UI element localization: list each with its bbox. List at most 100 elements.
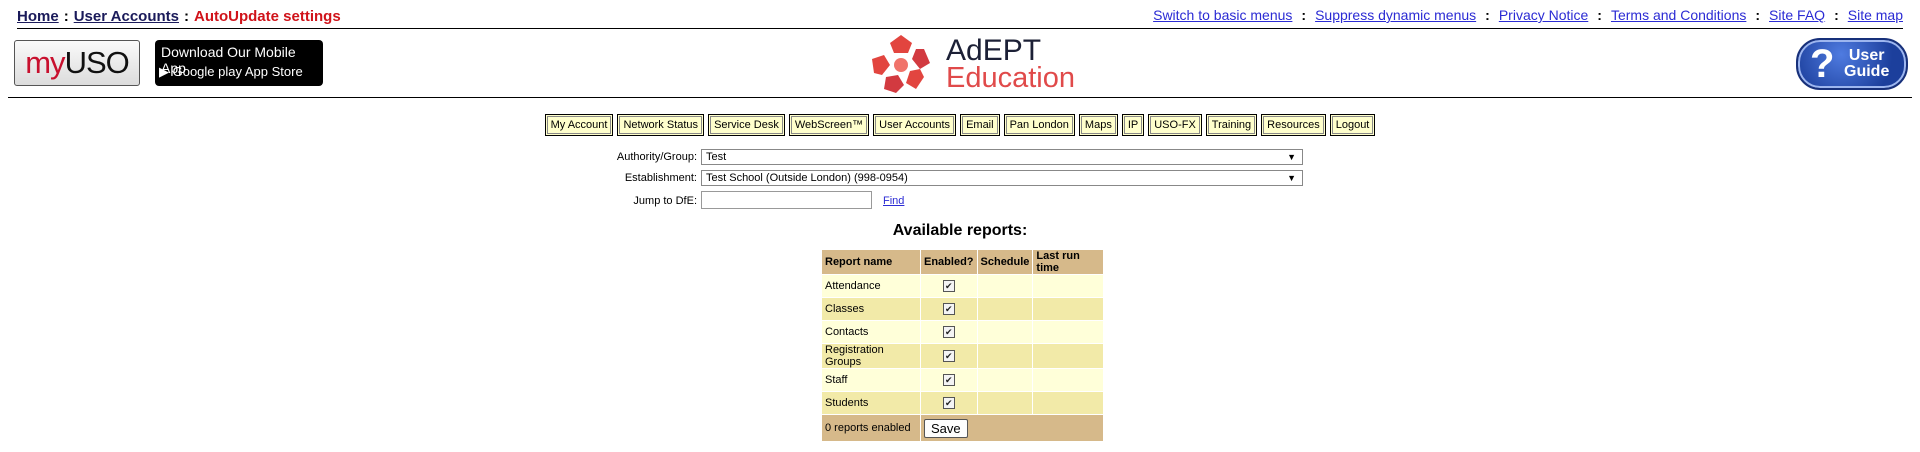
top-bar: Home: User Accounts: AutoUpdate settings S… xyxy=(17,6,1903,29)
schedule-cell xyxy=(976,274,1034,298)
myuso-logo-uso: USO xyxy=(64,45,130,80)
table-row: Classes ✔ xyxy=(821,297,1105,321)
schedule-cell xyxy=(976,391,1034,415)
top-link-separator: : xyxy=(1301,7,1307,23)
mobile-app-badge[interactable]: Download Our Mobile App ▶ Google play Ap… xyxy=(155,40,323,86)
schedule-cell xyxy=(976,368,1034,392)
top-link-separator: : xyxy=(1834,7,1839,23)
enabled-cell: ✔ xyxy=(920,274,978,298)
myuso-logo-my: my xyxy=(25,45,65,80)
report-name: Contacts xyxy=(821,320,921,344)
myuso-logo[interactable]: myUSO xyxy=(14,40,140,86)
user-guide-button[interactable]: ? User Guide xyxy=(1796,38,1908,90)
nav-training[interactable]: Training xyxy=(1205,114,1258,136)
terms-link[interactable]: Terms and Conditions xyxy=(1611,7,1746,23)
privacy-notice-link[interactable]: Privacy Notice xyxy=(1499,7,1588,23)
site-faq-link[interactable]: Site FAQ xyxy=(1769,7,1825,23)
report-name: Attendance xyxy=(821,274,921,298)
find-link[interactable]: Find xyxy=(883,195,904,207)
enabled-checkbox[interactable]: ✔ xyxy=(942,326,955,338)
site-map-link[interactable]: Site map xyxy=(1848,7,1903,23)
breadcrumb-home-link[interactable]: Home xyxy=(17,8,59,25)
user-guide-line1: User xyxy=(1848,47,1885,64)
nav-pan-london[interactable]: Pan London xyxy=(1003,114,1075,136)
report-name: Staff xyxy=(821,368,921,392)
table-header-row: Report name Enabled? Schedule Last run t… xyxy=(821,249,1105,275)
reports-table: Report name Enabled? Schedule Last run t… xyxy=(821,249,1105,442)
col-report-name: Report name xyxy=(821,249,921,275)
table-row: Registration Groups ✔ xyxy=(821,343,1105,369)
enabled-checkbox[interactable]: ✔ xyxy=(942,350,955,362)
main-nav: My Account Network Status Service Desk W… xyxy=(0,114,1920,136)
authority-select[interactable]: Test ▼ xyxy=(701,149,1303,165)
schedule-cell xyxy=(976,320,1034,344)
breadcrumb-user-accounts-link[interactable]: User Accounts xyxy=(74,8,179,25)
nav-ip[interactable]: IP xyxy=(1121,114,1145,136)
enabled-cell: ✔ xyxy=(920,391,978,415)
nav-user-accounts[interactable]: User Accounts xyxy=(873,114,957,136)
report-name: Classes xyxy=(821,297,921,321)
enabled-checkbox[interactable]: ✔ xyxy=(942,374,955,386)
schedule-cell xyxy=(976,343,1034,369)
last-run-cell xyxy=(1032,368,1105,392)
available-reports-title: Available reports: xyxy=(892,222,1028,239)
establishment-label: Establishment: xyxy=(624,172,697,184)
last-run-cell xyxy=(1032,297,1105,321)
adept-education-text: Education xyxy=(946,62,1075,94)
table-row: Attendance ✔ xyxy=(821,274,1105,298)
breadcrumb: Home: User Accounts: AutoUpdate settings xyxy=(17,8,341,25)
establishment-selected-value: Test School (Outside London) (998-0954) xyxy=(706,172,908,184)
enabled-checkbox[interactable]: ✔ xyxy=(942,303,955,315)
report-name: Registration Groups xyxy=(821,343,921,369)
enabled-cell: ✔ xyxy=(920,368,978,392)
app-badge-stores: ▶ Google play App Store xyxy=(159,64,303,79)
save-button[interactable]: Save xyxy=(924,418,968,438)
schedule-cell xyxy=(976,297,1034,321)
chevron-down-icon: ▼ xyxy=(1287,152,1296,162)
suppress-dynamic-menus-link[interactable]: Suppress dynamic menus xyxy=(1315,7,1476,23)
top-link-separator: : xyxy=(1755,7,1761,23)
enabled-cell: ✔ xyxy=(920,343,978,369)
reports-enabled-count: 0 reports enabled xyxy=(821,414,921,442)
authority-selected-value: Test xyxy=(706,151,727,163)
nav-my-account[interactable]: My Account xyxy=(544,114,614,136)
enabled-cell: ✔ xyxy=(920,297,978,321)
top-link-separator: : xyxy=(1485,7,1490,23)
col-last-run: Last run time xyxy=(1032,249,1105,275)
last-run-cell xyxy=(1032,391,1105,415)
table-row: Contacts ✔ xyxy=(821,320,1105,344)
chevron-down-icon: ▼ xyxy=(1287,173,1296,183)
last-run-cell xyxy=(1032,320,1105,344)
authority-label: Authority/Group: xyxy=(616,151,697,163)
banner: myUSO Download Our Mobile App ▶ Google p… xyxy=(8,33,1912,98)
nav-network-status[interactable]: Network Status xyxy=(617,114,705,136)
nav-resources[interactable]: Resources xyxy=(1261,114,1326,136)
breadcrumb-current: AutoUpdate settings xyxy=(194,8,341,25)
col-schedule: Schedule xyxy=(976,249,1034,275)
jump-dfe-label: Jump to DfE: xyxy=(633,195,697,207)
col-enabled: Enabled? xyxy=(920,249,978,275)
user-guide-label: User Guide xyxy=(1844,48,1889,80)
table-row: Staff ✔ xyxy=(821,368,1105,392)
switch-basic-menus-link[interactable]: Switch to basic menus xyxy=(1153,7,1292,23)
table-footer-row: 0 reports enabled Save xyxy=(821,414,1105,442)
top-links: Switch to basic menus: Suppress dynamic m… xyxy=(1153,7,1903,23)
nav-webscreen[interactable]: WebScreen™ xyxy=(788,114,870,136)
top-link-separator: : xyxy=(1597,7,1602,23)
save-cell: Save xyxy=(919,414,1105,442)
nav-email[interactable]: Email xyxy=(960,114,1000,136)
question-mark-icon: ? xyxy=(1810,42,1835,86)
nav-uso-fx[interactable]: USO-FX xyxy=(1148,114,1202,136)
establishment-select[interactable]: Test School (Outside London) (998-0954) … xyxy=(701,170,1303,186)
last-run-cell xyxy=(1032,343,1105,369)
enabled-checkbox[interactable]: ✔ xyxy=(942,397,955,409)
last-run-cell xyxy=(1032,274,1105,298)
report-name: Students xyxy=(821,391,921,415)
jump-dfe-input[interactable] xyxy=(701,191,872,209)
breadcrumb-separator: : xyxy=(63,8,69,25)
nav-service-desk[interactable]: Service Desk xyxy=(708,114,785,136)
nav-maps[interactable]: Maps xyxy=(1078,114,1118,136)
nav-logout[interactable]: Logout xyxy=(1329,114,1376,136)
enabled-checkbox[interactable]: ✔ xyxy=(942,280,955,292)
breadcrumb-separator: : xyxy=(184,8,189,25)
